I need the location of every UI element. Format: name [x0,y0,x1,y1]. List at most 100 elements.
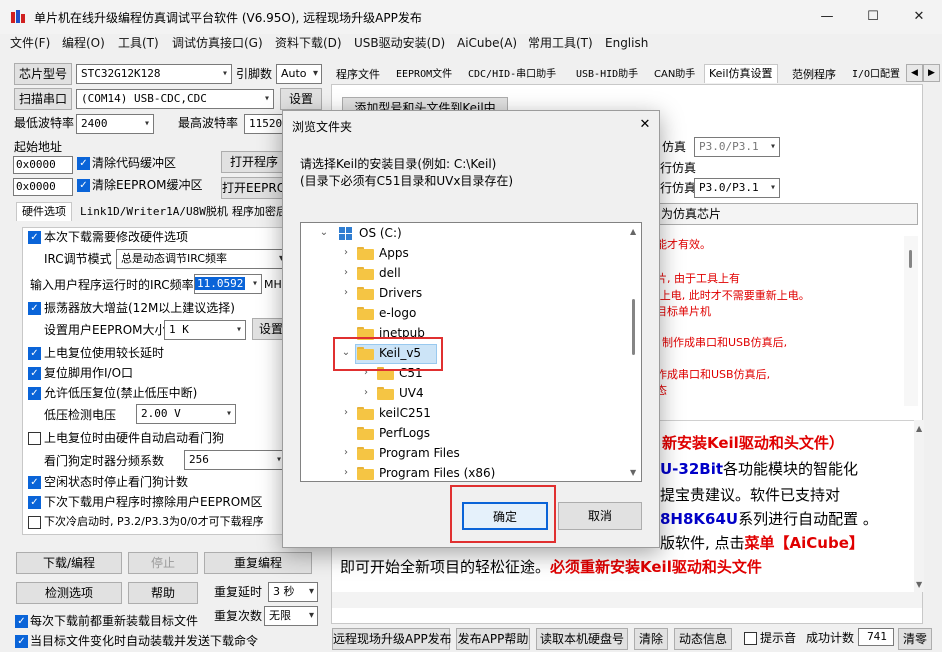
publish-help-button[interactable]: 发布APP帮助 [456,628,530,650]
irc-freq-select[interactable]: 11.0592 ▾ [194,274,262,294]
notes-scrollbar-thumb[interactable] [909,250,912,268]
ok-button[interactable]: 确定 [462,502,548,530]
tree-scrollbar-thumb[interactable] [632,299,635,355]
scan-port-button[interactable]: 扫描串口 [14,88,72,110]
tree-item-program-files-x86[interactable]: Program Files (x86) [379,463,495,481]
power-delay-checkbox[interactable]: ✓ [28,347,41,360]
menu-debug[interactable]: 调试仿真接口(G) [172,34,263,52]
open-program-button[interactable]: 打开程序 [221,151,287,173]
tree-item-drivers[interactable]: Drivers [379,283,422,303]
menu-file[interactable]: 文件(F) [10,34,50,52]
menu-aicube[interactable]: AiCube(A) [457,34,517,52]
make-sim-chip-button[interactable]: 为仿真芯片 [650,203,918,225]
clear-eeprom-checkbox[interactable]: ✓ [77,179,90,192]
tree-item-uv4[interactable]: UV4 [399,383,424,403]
chip-model-select[interactable]: STC32G12K128 ▾ [76,64,232,84]
download-button[interactable]: 下载/编程 [16,552,122,574]
info-scrollbar[interactable] [914,420,924,592]
reload-each-checkbox[interactable]: ✓ [15,615,28,628]
check-options-button[interactable]: 检测选项 [16,582,122,604]
erase-eeprom-checkbox[interactable]: ✓ [28,496,41,509]
minimize-button[interactable]: — [804,0,850,34]
sim-port-select-3[interactable]: P3.0/P3.1 ▾ [694,178,780,198]
tree-item-apps[interactable]: Apps [379,243,409,263]
clear-code-checkbox[interactable]: ✓ [77,157,90,170]
menu-tools[interactable]: 工具(T) [118,34,159,52]
stop-button[interactable]: 停止 [128,552,198,574]
help-button[interactable]: 帮助 [128,582,198,604]
modify-hw-checkbox[interactable]: ✓ [28,231,41,244]
repeat-delay-select[interactable]: 3 秒 ▾ [268,582,318,602]
chevron-down-icon[interactable]: ⌄ [319,223,329,243]
cancel-button[interactable]: 取消 [558,502,642,530]
close-window-button[interactable]: ✕ [896,0,942,34]
chevron-right-icon[interactable]: › [341,263,351,283]
dialog-close-button[interactable]: ✕ [632,112,658,138]
tree-item-dell[interactable]: dell [379,263,401,283]
sim-port-select-1[interactable]: P3.0/P3.1 ▾ [694,137,780,157]
publish-app-button[interactable]: 远程现场升级APP发布 [332,628,452,650]
tree-item-perflogs[interactable]: PerfLogs [379,423,430,443]
tab-encryption[interactable]: 程序加密后 [232,203,287,221]
tree-item-keilc251[interactable]: keilC251 [379,403,431,423]
pin-count-select[interactable]: Auto ▾ [276,64,322,84]
tree-item-program-files[interactable]: Program Files [379,443,460,463]
auto-send-checkbox[interactable]: ✓ [15,635,28,648]
tab-scroll-right-button[interactable]: ▶ [923,64,940,82]
info-hscrollbar[interactable] [332,592,922,608]
port-select[interactable]: (COM14) USB-CDC,CDC ▾ [76,89,274,109]
cold-boot-checkbox[interactable] [28,516,41,529]
idle-wdt-checkbox[interactable]: ✓ [28,476,41,489]
tab-hardware-options[interactable]: 硬件选项 [16,202,72,221]
tab-eeprom-file[interactable]: EEPROM文件 [396,66,452,84]
chevron-right-icon[interactable]: › [361,383,371,403]
beep-checkbox[interactable] [744,632,757,645]
menu-english[interactable]: English [605,34,648,52]
scroll-up-icon[interactable]: ▲ [630,227,636,236]
clear-button[interactable]: 清除 [634,628,668,650]
tab-usb-hid-helper[interactable]: USB-HID助手 [576,66,638,84]
menu-download[interactable]: 资料下载(D) [275,34,342,52]
chevron-right-icon[interactable]: › [341,403,351,423]
tree-item-os-c[interactable]: OS (C:) [359,223,402,243]
irc-mode-select[interactable]: 总是动态调节IRC频率▾ [116,249,288,269]
min-baud-select[interactable]: 2400 ▾ [76,114,154,134]
scroll-down-icon[interactable]: ▼ [630,468,636,477]
tab-io-config[interactable]: I/O口配置 [852,66,900,84]
tree-item-e-logo[interactable]: e-logo [379,303,416,323]
tab-keil-sim[interactable]: Keil仿真设置 [704,64,778,83]
eeprom-start-address-input[interactable]: 0x0000 [13,178,73,196]
menu-program[interactable]: 编程(O) [62,34,105,52]
reset-io-checkbox[interactable]: ✓ [28,367,41,380]
tab-examples[interactable]: 范例程序 [792,66,836,84]
lvd-reset-checkbox[interactable]: ✓ [28,387,41,400]
maximize-button[interactable]: ☐ [850,0,896,34]
tab-scroll-left-button[interactable]: ◀ [906,64,923,82]
tab-program-file[interactable]: 程序文件 [336,66,380,84]
eeprom-size-select[interactable]: 1 K ▾ [164,320,246,340]
chevron-right-icon[interactable]: › [341,463,351,481]
reset-count-button[interactable]: 清零 [898,628,932,650]
osc-gain-checkbox[interactable]: ✓ [28,302,41,315]
code-start-address-input[interactable]: 0x0000 [13,156,73,174]
repeat-count-select[interactable]: 无限 ▾ [264,606,318,626]
menu-usb[interactable]: USB驱动安装(D) [354,34,445,52]
scroll-down-icon[interactable]: ▼ [916,580,922,589]
scroll-up-icon[interactable]: ▲ [916,424,922,433]
open-eeprom-button[interactable]: 打开EEPRO [221,177,287,199]
chevron-right-icon[interactable]: › [341,443,351,463]
chevron-right-icon[interactable]: › [341,283,351,303]
lvd-voltage-select[interactable]: 2.00 V ▾ [136,404,236,424]
menu-common[interactable]: 常用工具(T) [528,34,593,52]
wdt-auto-checkbox[interactable] [28,432,41,445]
port-settings-button[interactable]: 设置 [280,88,322,110]
tab-serial-helper[interactable]: CDC/HID-串口助手 [468,66,556,84]
tab-offline[interactable]: Link1D/Writer1A/U8W脱机 [80,203,228,221]
chip-model-button[interactable]: 芯片型号 [14,63,72,85]
dynamic-info-button[interactable]: 动态信息 [674,628,732,650]
read-disk-button[interactable]: 读取本机硬盘号 [536,628,628,650]
tab-can-helper[interactable]: CAN助手 [654,66,695,84]
chevron-right-icon[interactable]: › [341,243,351,263]
reprogram-button[interactable]: 重复编程 [204,552,312,574]
wdt-div-select[interactable]: 256 ▾ [184,450,286,470]
